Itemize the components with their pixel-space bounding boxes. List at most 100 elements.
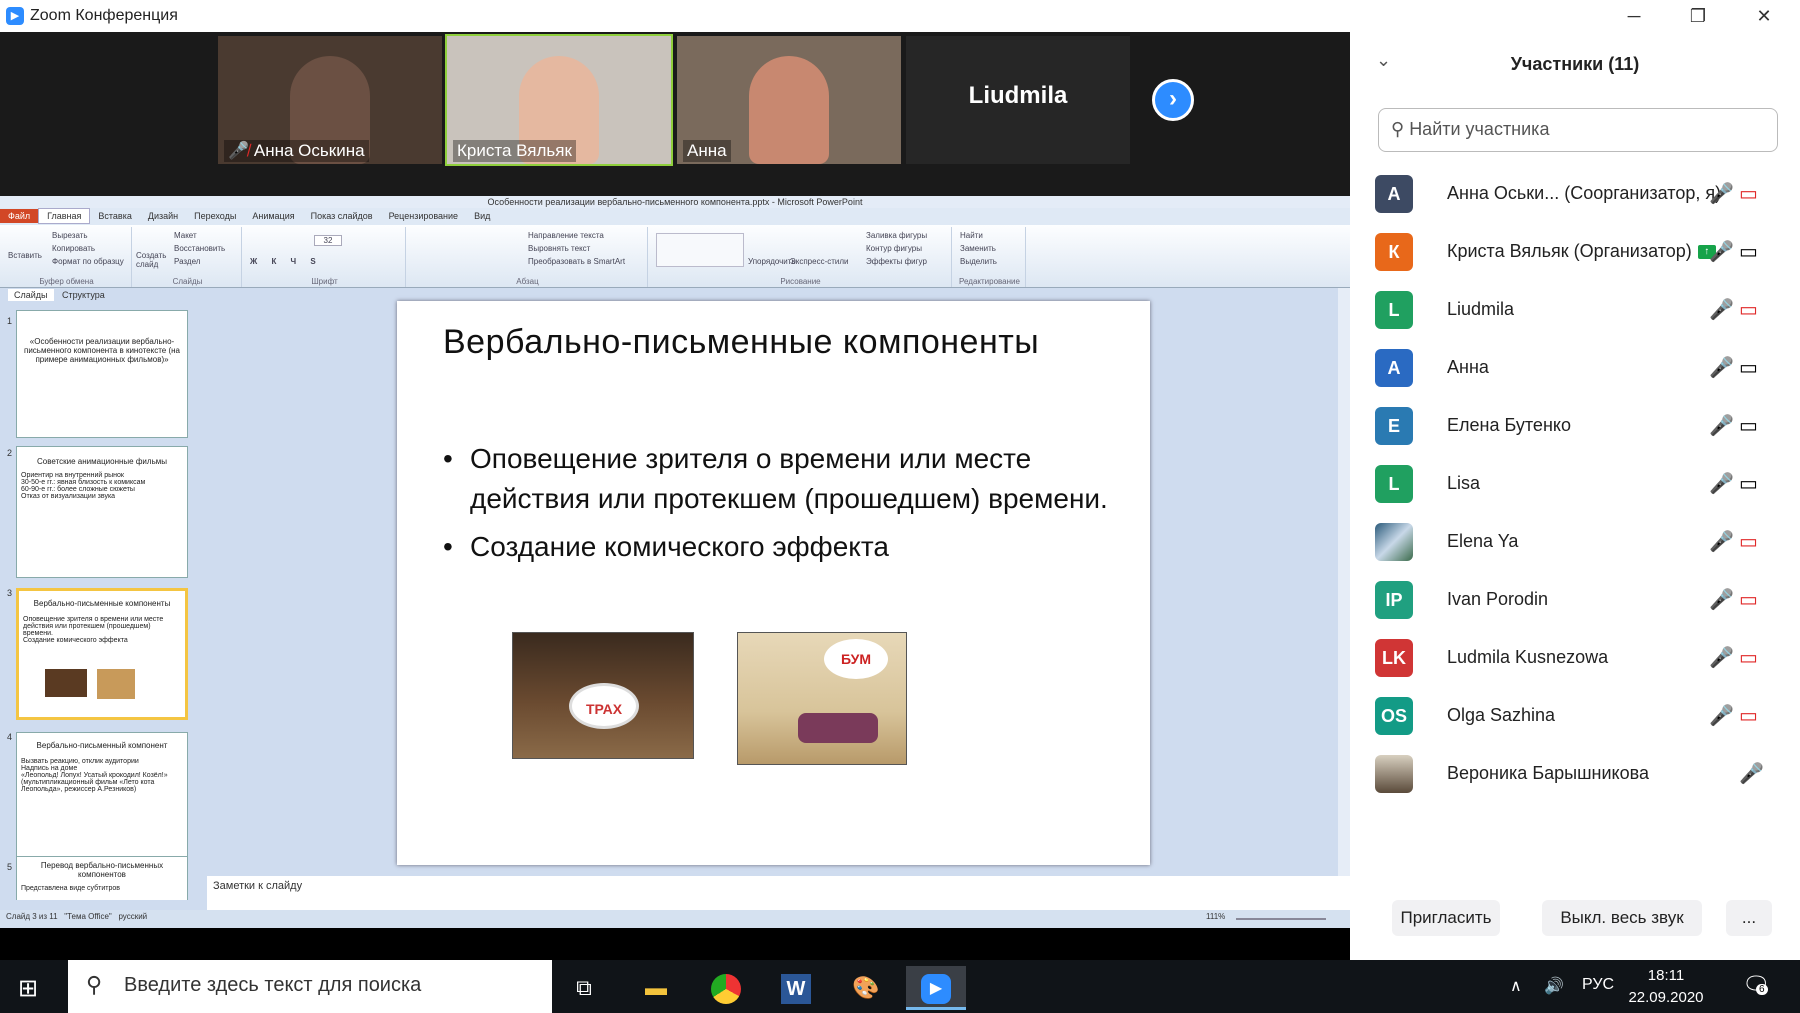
participant-row[interactable]: Elena Ya 🎤 ▭	[1375, 521, 1785, 565]
next-page-arrow-icon[interactable]: ›	[1152, 79, 1194, 121]
current-slide[interactable]: Вербально-письменные компоненты Оповещен…	[397, 301, 1150, 865]
minimize-button[interactable]: ─	[1604, 0, 1664, 32]
cut-button[interactable]: Вырезать	[52, 231, 88, 240]
reset-button[interactable]: Восстановить	[174, 244, 225, 253]
ppt-tab-design[interactable]: Дизайн	[140, 209, 186, 223]
windows-start-icon[interactable]: ⊞	[18, 974, 38, 1003]
slide-thumbnail-selected[interactable]: Вербально-письменные компоненты Оповещен…	[16, 588, 188, 720]
font-size-select[interactable]: 32	[314, 235, 342, 246]
shape-effects-button[interactable]: Эффекты фигур	[866, 257, 927, 266]
participant-row[interactable]: К Криста Вяльяк (Организатор) ↑ 🎤 ▭	[1375, 231, 1785, 275]
mic-muted-icon[interactable]: 🎤	[1709, 645, 1734, 670]
font-style-buttons[interactable]: Ж К Ч S	[250, 257, 322, 266]
video-tile-active-speaker[interactable]: Криста Вяльяк	[445, 34, 673, 166]
shape-outline-button[interactable]: Контур фигуры	[866, 244, 922, 253]
mic-muted-icon[interactable]: 🎤	[1709, 703, 1734, 728]
mic-muted-icon[interactable]: 🎤	[1709, 587, 1734, 612]
close-button[interactable]: ✕	[1734, 0, 1794, 32]
participant-row[interactable]: А Анна Оськи... (Соорганизатор, я) 🎤 ▭	[1375, 173, 1785, 217]
participant-row[interactable]: А Анна 🎤 ▭	[1375, 347, 1785, 391]
find-button[interactable]: Найти	[960, 231, 983, 240]
tab-slides[interactable]: Слайды	[8, 289, 54, 301]
align-text-button[interactable]: Выровнять текст	[528, 244, 590, 253]
ppt-tab-file[interactable]: Файл	[0, 209, 39, 223]
cartoon-image-bum[interactable]: БУМ	[737, 632, 907, 765]
mic-icon[interactable]: 🎤	[1709, 413, 1734, 438]
volume-icon[interactable]: 🔊	[1544, 976, 1564, 996]
zoom-taskbar-icon[interactable]: ▶	[906, 966, 966, 1010]
mic-icon[interactable]: 🎤	[1709, 355, 1734, 380]
paint-icon[interactable]: 🎨	[836, 966, 896, 1010]
mic-icon[interactable]: 🎤	[1709, 239, 1734, 264]
smartart-button[interactable]: Преобразовать в SmartArt	[528, 257, 625, 266]
participant-row[interactable]: Вероника Барышникова 🎤	[1375, 753, 1785, 797]
video-tile-no-video[interactable]: Liudmila	[906, 36, 1130, 164]
ppt-tab-view[interactable]: Вид	[466, 209, 498, 223]
tab-outline[interactable]: Структура	[56, 289, 111, 301]
camera-off-icon[interactable]: ▭	[1739, 529, 1758, 554]
task-view-icon[interactable]: ⧉	[554, 966, 614, 1010]
mic-muted-icon[interactable]: 🎤	[1709, 181, 1734, 206]
video-tile[interactable]: 🎤̸ Анна Оськина	[218, 36, 442, 164]
quick-styles-button[interactable]: Экспресс-стили	[790, 257, 849, 266]
slide-thumbnail[interactable]: Советские анимационные фильмы Ориентир н…	[16, 446, 188, 578]
ppt-tab-insert[interactable]: Вставка	[90, 209, 139, 223]
mic-icon[interactable]: 🎤	[1709, 297, 1734, 322]
section-button[interactable]: Раздел	[174, 257, 200, 266]
clock[interactable]: 18:11 22.09.2020	[1616, 965, 1716, 1009]
camera-icon[interactable]: ▭	[1739, 355, 1758, 380]
camera-off-icon[interactable]: ▭	[1739, 297, 1758, 322]
shape-fill-button[interactable]: Заливка фигуры	[866, 231, 927, 240]
word-icon[interactable]: W	[766, 966, 826, 1010]
camera-icon[interactable]: ▭	[1739, 413, 1758, 438]
slide-notes[interactable]: Заметки к слайду	[207, 876, 1350, 910]
ppt-tab-animation[interactable]: Анимация	[244, 209, 302, 223]
participant-row[interactable]: L Liudmila 🎤 ▭	[1375, 289, 1785, 333]
slide-thumbnail[interactable]: «Особенности реализации вербально-письме…	[16, 310, 188, 438]
input-language[interactable]: РУС	[1582, 976, 1614, 994]
participant-search-input[interactable]: ⚲ Найти участника	[1378, 108, 1778, 152]
participant-row[interactable]: IP Ivan Porodin 🎤 ▭	[1375, 579, 1785, 623]
text-direction-button[interactable]: Направление текста	[528, 231, 604, 240]
ppt-tab-home[interactable]: Главная	[38, 208, 91, 224]
restore-button[interactable]: ❐	[1668, 0, 1728, 32]
copy-button[interactable]: Копировать	[52, 244, 95, 253]
ppt-tab-transitions[interactable]: Переходы	[186, 209, 244, 223]
participant-row[interactable]: L Lisa 🎤 ▭	[1375, 463, 1785, 507]
paste-button[interactable]: Вставить	[8, 251, 42, 260]
camera-off-icon[interactable]: ▭	[1739, 587, 1758, 612]
new-slide-button[interactable]: Создать слайд	[136, 251, 170, 269]
camera-off-icon[interactable]: ▭	[1739, 645, 1758, 670]
slide-thumbnail[interactable]: Вербально-письменный компонент Вызвать р…	[16, 732, 188, 864]
file-explorer-icon[interactable]: ▬	[626, 966, 686, 1010]
mute-all-button[interactable]: Выкл. весь звук	[1542, 900, 1702, 936]
format-painter-button[interactable]: Формат по образцу	[52, 257, 124, 266]
layout-button[interactable]: Макет	[174, 231, 197, 240]
participant-row[interactable]: OS Olga Sazhina 🎤 ▭	[1375, 695, 1785, 739]
mic-muted-icon[interactable]: 🎤	[1739, 761, 1764, 786]
ppt-tab-review[interactable]: Рецензирование	[381, 209, 467, 223]
mic-icon[interactable]: 🎤	[1709, 471, 1734, 496]
notifications-icon[interactable]: 🗨 6	[1742, 972, 1770, 998]
camera-off-icon[interactable]: ▭	[1739, 703, 1758, 728]
tray-chevron-icon[interactable]: ∧	[1510, 976, 1522, 996]
select-button[interactable]: Выделить	[960, 257, 997, 266]
chrome-icon[interactable]	[696, 966, 756, 1010]
slide-scrollbar[interactable]	[1338, 288, 1350, 876]
arrange-button[interactable]: Упорядочить	[748, 257, 796, 266]
invite-button[interactable]: Пригласить	[1392, 900, 1500, 936]
cartoon-image-trakh[interactable]: ТРАХ	[512, 632, 694, 759]
participant-row[interactable]: LK Ludmila Kusnezowa 🎤 ▭	[1375, 637, 1785, 681]
replace-button[interactable]: Заменить	[960, 244, 996, 253]
camera-off-icon[interactable]: ▭	[1739, 181, 1758, 206]
video-tile[interactable]: Анна	[677, 36, 901, 164]
slide-thumbnail[interactable]: Перевод вербально-письменных компонентов…	[16, 856, 188, 900]
more-options-button[interactable]: ...	[1726, 900, 1772, 936]
mic-muted-icon[interactable]: 🎤	[1709, 529, 1734, 554]
taskbar-search-input[interactable]: ⚲ Введите здесь текст для поиска	[68, 960, 552, 1013]
camera-icon[interactable]: ▭	[1739, 239, 1758, 264]
shapes-gallery[interactable]	[656, 233, 744, 267]
camera-icon[interactable]: ▭	[1739, 471, 1758, 496]
ppt-tab-slideshow[interactable]: Показ слайдов	[303, 209, 381, 223]
participant-row[interactable]: Е Елена Бутенко 🎤 ▭	[1375, 405, 1785, 449]
